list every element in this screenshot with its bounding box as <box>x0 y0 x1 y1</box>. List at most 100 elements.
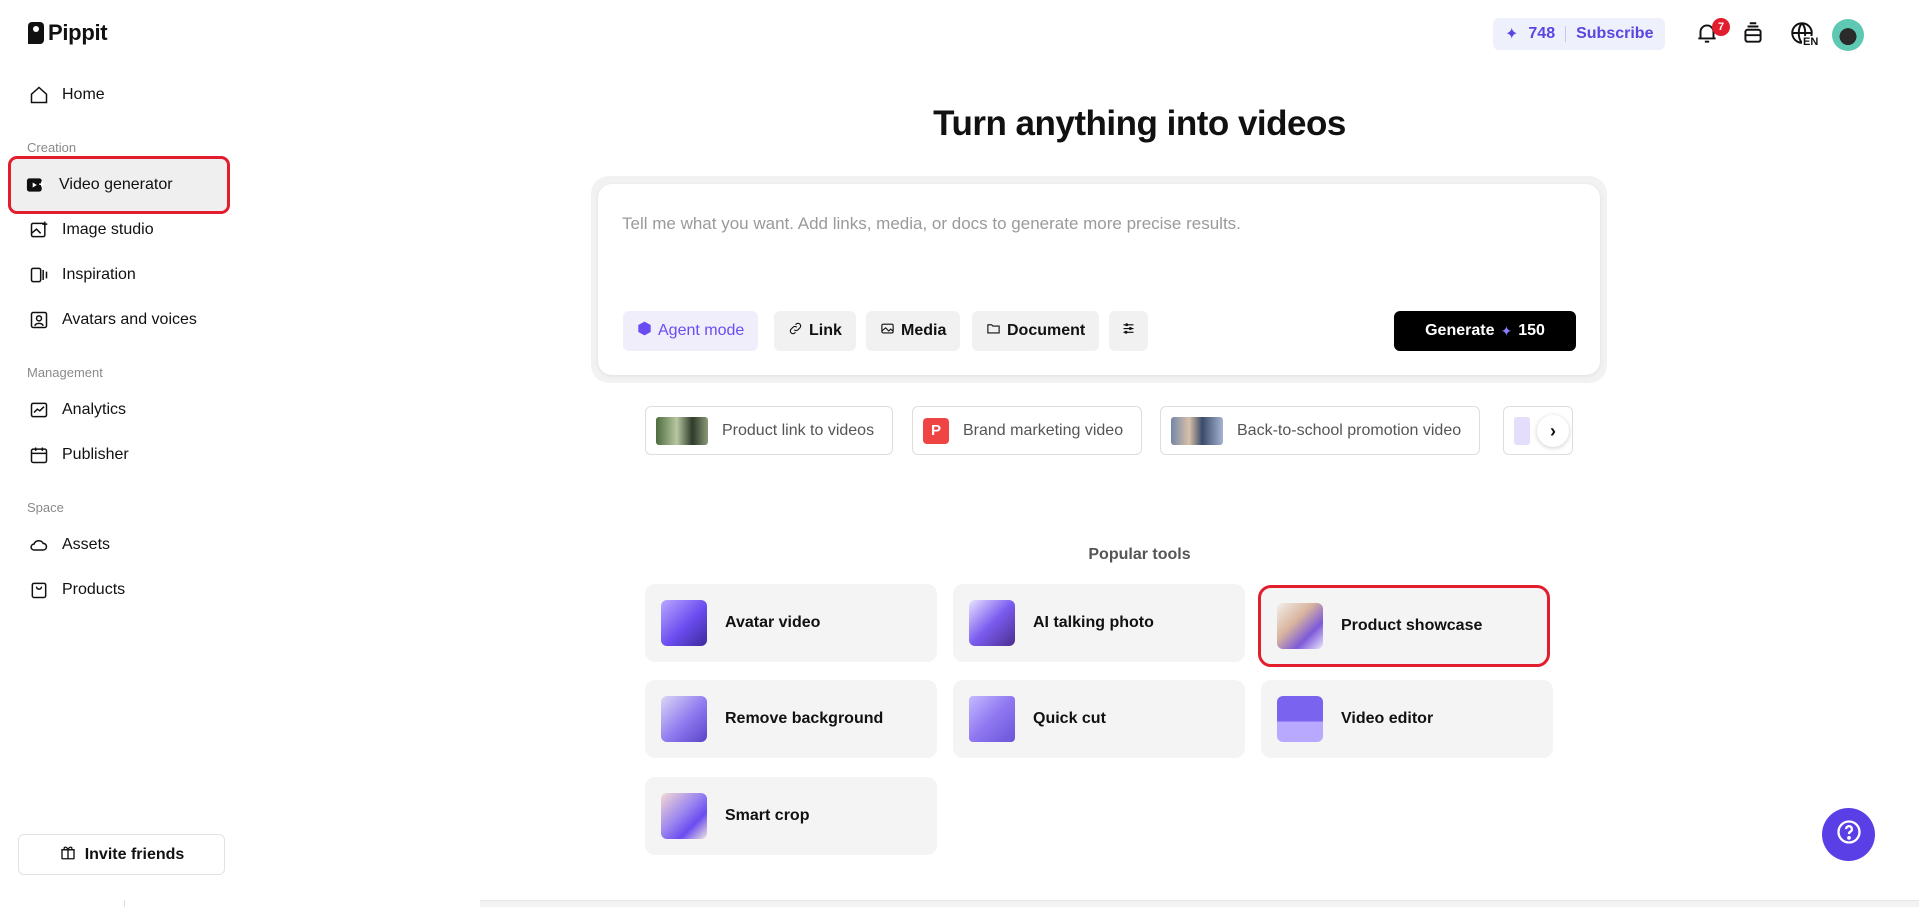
sidebar-item-label: Image studio <box>62 221 154 238</box>
divider <box>1565 26 1567 42</box>
link-icon <box>788 321 803 341</box>
invite-label: Invite friends <box>84 845 185 863</box>
notification-badge: 7 <box>1712 18 1730 36</box>
folder-icon <box>986 321 1001 341</box>
chip-label: Agent mode <box>658 322 745 339</box>
popular-tools-title: Popular tools <box>1088 546 1191 563</box>
sidebar-item-products[interactable]: Products <box>14 570 224 610</box>
tool-ai-talking-photo[interactable]: AI talking photo <box>953 584 1245 662</box>
tool-label: Product showcase <box>1341 617 1483 634</box>
divider <box>0 900 125 907</box>
product-showcase-thumbnail <box>1277 603 1323 649</box>
sidebar-item-image-studio[interactable]: Image studio <box>14 210 224 250</box>
question-icon <box>1835 818 1863 851</box>
image-icon <box>880 321 895 341</box>
agent-mode-button[interactable]: Agent mode <box>623 311 759 351</box>
suggestion-label: Product link to videos <box>722 421 875 439</box>
suggestion-thumbnail <box>656 416 708 445</box>
suggestion-back-to-school[interactable]: Back-to-school promotion video <box>1160 406 1481 455</box>
generate-label: Generate <box>1425 322 1495 339</box>
credits-subscribe-pill[interactable]: ✦ 748 Subscribe <box>1493 18 1666 50</box>
tool-quick-cut[interactable]: Quick cut <box>953 680 1245 758</box>
help-button[interactable] <box>1822 808 1875 861</box>
chevron-right-icon: › <box>1550 420 1556 441</box>
tool-label: Avatar video <box>725 614 821 631</box>
credits-count: 748 <box>1528 25 1556 42</box>
bottom-edge <box>0 900 1919 907</box>
suggestion-brand-marketing[interactable]: P Brand marketing video <box>912 406 1143 455</box>
sidebar-item-label: Avatars and voices <box>62 311 197 328</box>
chip-label: Link <box>809 322 842 339</box>
chip-label: Document <box>1007 322 1086 339</box>
billing-button[interactable] <box>1738 20 1768 50</box>
subscribe-link[interactable]: Subscribe <box>1576 25 1653 43</box>
cloud-icon <box>28 534 50 556</box>
smart-crop-thumbnail <box>661 793 707 839</box>
language-button[interactable]: EN <box>1784 20 1820 50</box>
sidebar-item-label: Products <box>62 581 126 598</box>
image-plus-icon <box>28 219 50 241</box>
avatar-video-thumbnail <box>661 600 707 646</box>
prompt-card[interactable]: Tell me what you want. Add links, media,… <box>598 184 1600 375</box>
sparkle-icon: ✦ <box>1500 322 1513 339</box>
sidebar-item-label: Video generator <box>59 176 173 193</box>
sidebar-item-inspiration[interactable]: Inspiration <box>14 255 224 295</box>
app: Pippit Home Creation Video generator Ima… <box>0 0 1919 907</box>
talking-photo-thumbnail <box>969 600 1015 646</box>
link-button[interactable]: Link <box>774 311 856 351</box>
video-plus-icon <box>25 174 47 196</box>
tool-remove-background[interactable]: Remove background <box>645 680 937 758</box>
sidebar-item-label: Inspiration <box>62 266 136 283</box>
tool-avatar-video[interactable]: Avatar video <box>645 584 937 662</box>
pippit-logo-icon <box>28 22 44 44</box>
tool-label: Remove background <box>725 710 884 727</box>
section-label-management: Management <box>27 365 103 380</box>
tool-label: Quick cut <box>1033 710 1106 727</box>
chip-label: Media <box>901 322 947 339</box>
suggestion-row: Product link to videos P Brand marketing… <box>0 406 1919 456</box>
section-label-space: Space <box>27 500 64 515</box>
logo[interactable]: Pippit <box>28 20 108 46</box>
sidebar-item-video-generator[interactable]: Video generator <box>8 156 230 214</box>
home-icon <box>28 84 50 106</box>
sidebar-item-avatars-voices[interactable]: Avatars and voices <box>14 300 224 340</box>
suggestion-label: Back-to-school promotion video <box>1237 421 1462 439</box>
generate-button[interactable]: Generate ✦ 150 <box>1394 311 1576 351</box>
prompt-input[interactable]: Tell me what you want. Add links, media,… <box>622 214 1241 234</box>
tool-label: Video editor <box>1341 710 1434 727</box>
brand-name: Pippit <box>48 20 108 45</box>
scrollbar-track[interactable] <box>480 900 1919 907</box>
media-button[interactable]: Media <box>866 311 961 351</box>
tool-smart-crop[interactable]: Smart crop <box>645 777 937 855</box>
brand-p-icon: P <box>923 417 949 444</box>
document-button[interactable]: Document <box>972 311 1100 351</box>
page-title: Turn anything into videos <box>933 104 1346 143</box>
sliders-icon <box>1121 321 1136 341</box>
sidebar-item-label: Assets <box>62 536 111 553</box>
quick-cut-thumbnail <box>969 696 1015 742</box>
language-label: EN <box>1802 36 1820 48</box>
remove-background-thumbnail <box>661 696 707 742</box>
inspiration-icon <box>28 264 50 286</box>
sidebar-item-label: Home <box>62 86 105 103</box>
suggestion-thumbnail <box>1514 416 1530 445</box>
gift-icon <box>59 843 77 866</box>
video-editor-thumbnail <box>1277 696 1323 742</box>
user-avatar[interactable] <box>1832 19 1864 51</box>
suggestion-thumbnail <box>1171 416 1223 445</box>
card-stack-icon <box>1740 20 1766 51</box>
suggestion-label: Brand marketing video <box>963 421 1124 439</box>
tool-label: AI talking photo <box>1033 614 1154 631</box>
tool-video-editor[interactable]: Video editor <box>1261 680 1553 758</box>
suggestions-next-button[interactable]: › <box>1537 415 1569 447</box>
generate-cost: 150 <box>1518 322 1545 339</box>
suggestion-product-link[interactable]: Product link to videos <box>645 406 894 455</box>
settings-button[interactable] <box>1109 311 1148 351</box>
section-label-creation: Creation <box>27 140 77 155</box>
invite-friends-button[interactable]: Invite friends <box>18 834 225 875</box>
avatar-icon <box>28 309 50 331</box>
sparkle-icon: ✦ <box>1505 26 1519 43</box>
tool-label: Smart crop <box>725 807 810 824</box>
bag-icon <box>28 579 50 601</box>
tool-product-showcase[interactable]: Product showcase <box>1258 585 1550 667</box>
